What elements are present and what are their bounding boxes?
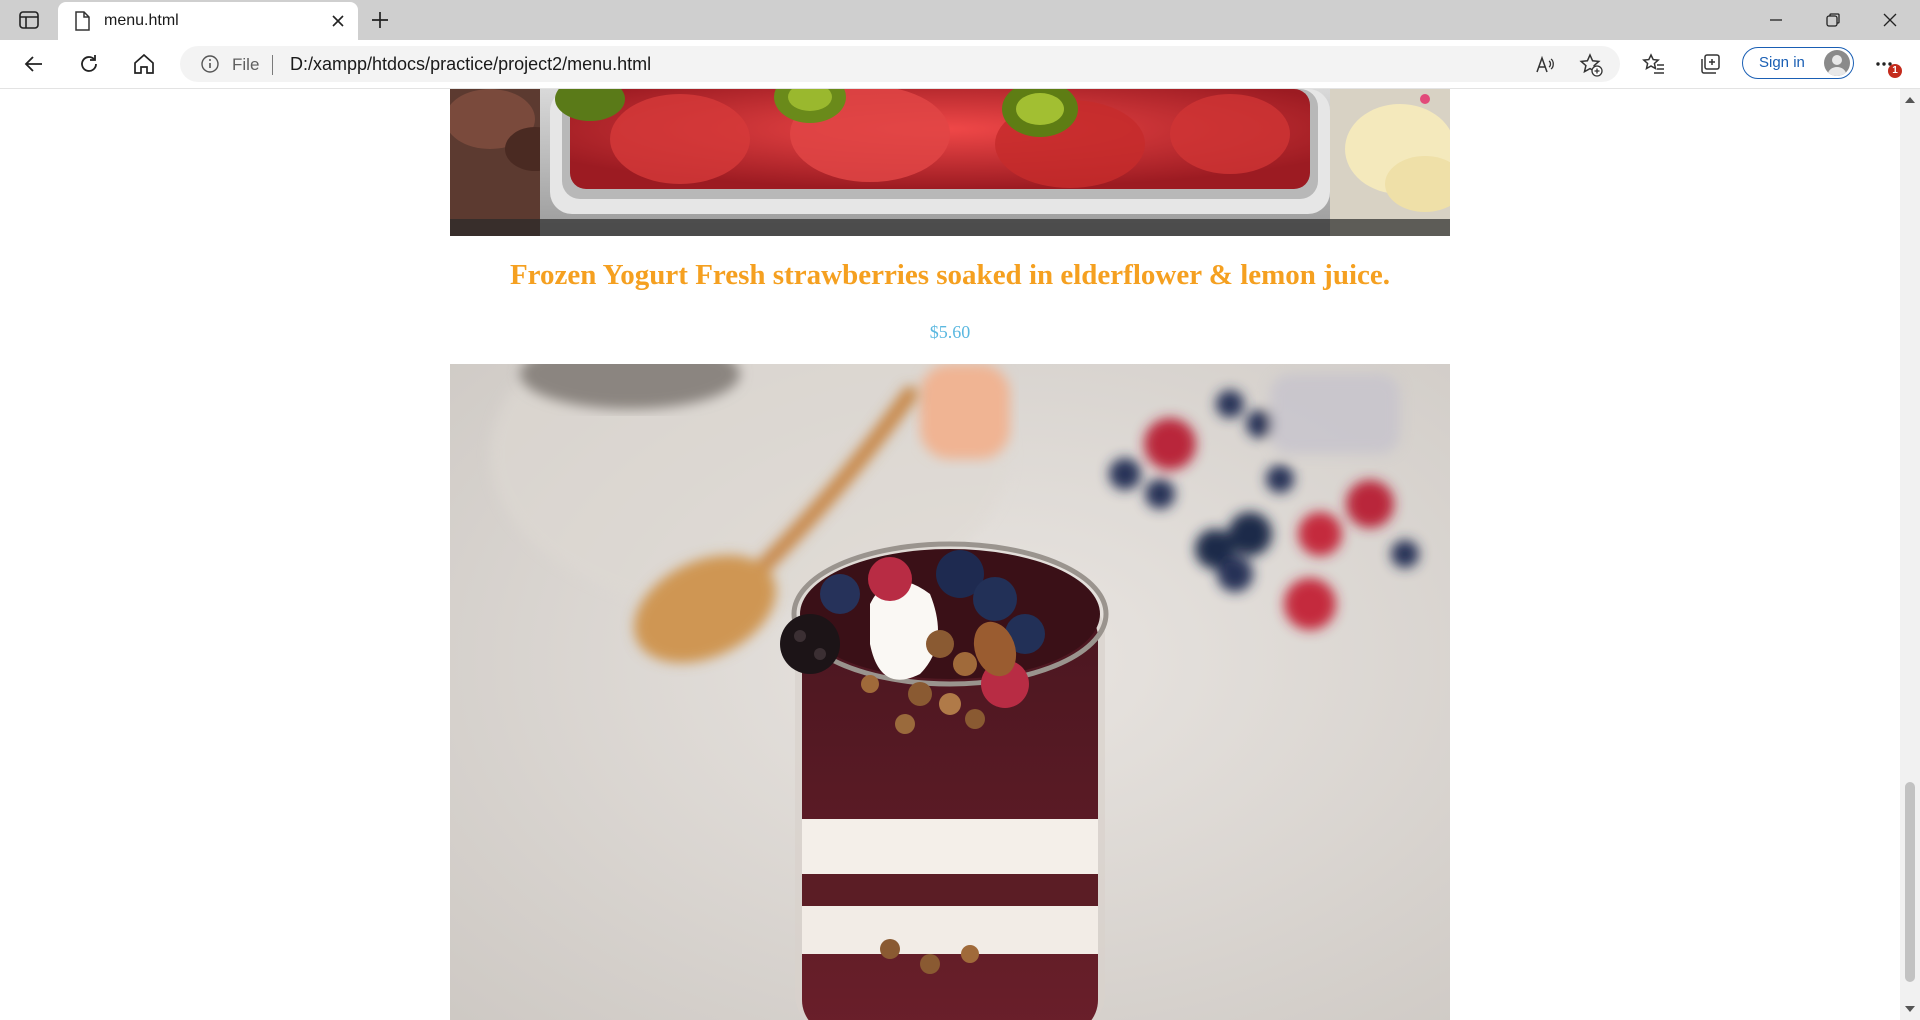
page-scrollbar[interactable]: [1900, 89, 1920, 1020]
scroll-down-icon[interactable]: [1905, 1006, 1915, 1012]
collections-icon[interactable]: [1696, 50, 1724, 78]
yogurt-parfait-photo: [450, 364, 1450, 1020]
info-icon[interactable]: [200, 54, 220, 74]
restore-icon[interactable]: [1821, 8, 1845, 32]
window-close-icon[interactable]: [1878, 8, 1902, 32]
url-text[interactable]: D:/xampp/htdocs/practice/project2/menu.h…: [290, 54, 651, 75]
minimize-icon[interactable]: [1764, 8, 1788, 32]
sign-in-button[interactable]: Sign in: [1742, 47, 1854, 79]
favorites-icon[interactable]: [1640, 50, 1668, 78]
read-aloud-icon[interactable]: [1534, 53, 1558, 77]
close-icon[interactable]: [328, 11, 348, 31]
page-content: Frozen Yogurt Fresh strawberries soaked …: [0, 89, 1900, 1020]
file-icon: [74, 11, 90, 31]
menu-item-title: Frozen Yogurt Fresh strawberries soaked …: [509, 259, 1391, 291]
sign-in-label: Sign in: [1759, 54, 1805, 71]
browser-toolbar: File D:/xampp/htdocs/practice/project2/m…: [0, 40, 1920, 89]
tab-title: menu.html: [104, 12, 179, 29]
address-divider: [272, 55, 273, 75]
sidebar-toggle-icon[interactable]: [18, 9, 40, 31]
home-icon[interactable]: [130, 50, 158, 78]
tab-menu-html[interactable]: menu.html: [58, 2, 358, 40]
scheme-label: File: [232, 55, 260, 74]
scroll-thumb[interactable]: [1905, 782, 1915, 982]
fruit-tray-photo: [450, 89, 1450, 236]
notification-badge: 1: [1888, 64, 1902, 78]
scroll-up-icon[interactable]: [1905, 97, 1915, 103]
avatar-icon: [1824, 50, 1850, 76]
title-bar: menu.html: [0, 0, 1920, 40]
address-bar[interactable]: File D:/xampp/htdocs/practice/project2/m…: [180, 46, 1620, 82]
menu-item-price: $5.60: [929, 322, 971, 342]
back-arrow-icon[interactable]: [20, 50, 48, 78]
plus-icon[interactable]: [368, 8, 392, 32]
add-favorite-icon[interactable]: [1578, 52, 1604, 78]
refresh-icon[interactable]: [75, 50, 103, 78]
